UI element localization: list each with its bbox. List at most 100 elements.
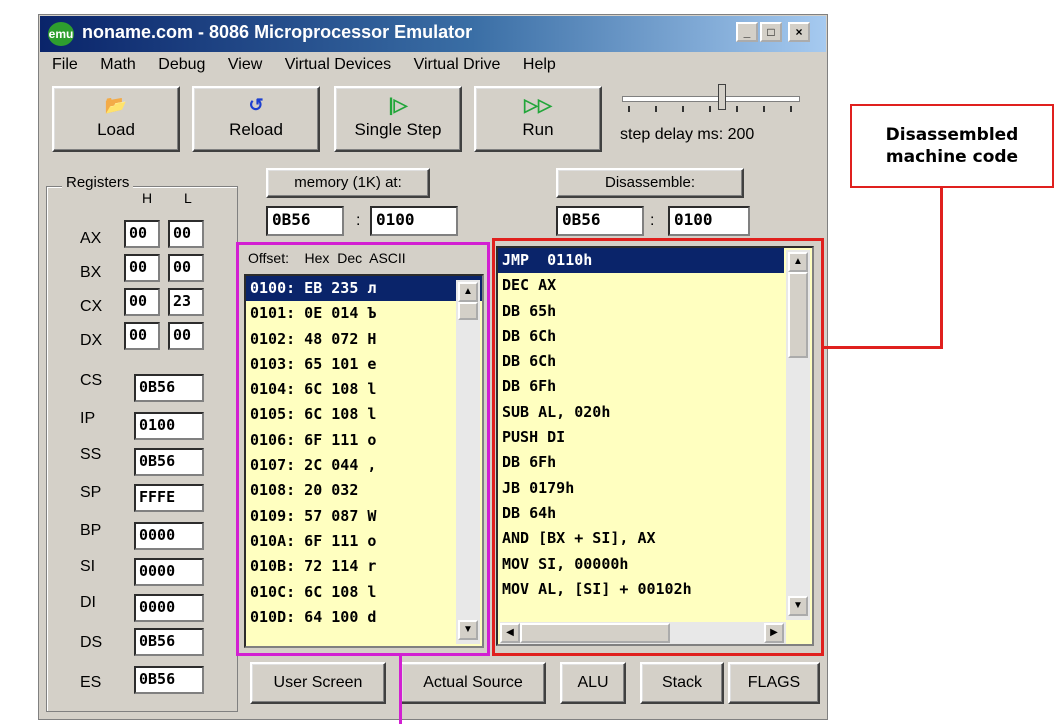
app-icon: emu [48, 22, 74, 46]
menu-math[interactable]: Math [100, 56, 136, 73]
register-si-value[interactable]: 0000 [134, 558, 204, 586]
run-icon: ▷▷ [524, 95, 552, 115]
disassemble-button[interactable]: Disassemble: [556, 168, 744, 198]
memory-row[interactable]: 0109: 57 087 W [246, 504, 482, 529]
register-sp-value[interactable]: FFFE [134, 484, 204, 512]
disassembly-hscroll-thumb[interactable] [520, 623, 670, 643]
folder-open-icon: 📂 [104, 95, 128, 115]
memory-scrollbar[interactable]: ▲ ▼ [456, 280, 480, 644]
disassembly-row[interactable]: DB 6Fh [498, 374, 812, 399]
memory-scroll-thumb[interactable] [458, 302, 478, 320]
register-cs-value[interactable]: 0B56 [134, 374, 204, 402]
register-ax-low[interactable]: 00 [168, 220, 204, 248]
reload-icon: ↺ [248, 95, 264, 115]
disassembly-vscrollbar[interactable]: ▲ ▼ [786, 250, 810, 620]
disassembly-row[interactable]: DB 64h [498, 501, 812, 526]
register-bp-value[interactable]: 0000 [134, 522, 204, 550]
callout-line-1: Disassembled [885, 125, 1019, 145]
disassembly-hscrollbar[interactable]: ◀ ▶ [500, 622, 786, 644]
flags-button[interactable]: FLAGS [728, 662, 820, 704]
memory-row[interactable]: 0104: 6C 108 l [246, 377, 482, 402]
disassembly-row[interactable]: AND [BX + SI], AX [498, 526, 812, 551]
stack-button[interactable]: Stack [640, 662, 724, 704]
memory-row[interactable]: 010B: 72 114 r [246, 554, 482, 579]
close-icon[interactable]: × [788, 22, 810, 42]
scroll-left-icon[interactable]: ◀ [500, 623, 520, 643]
register-di-value[interactable]: 0000 [134, 594, 204, 622]
alu-button[interactable]: ALU [560, 662, 626, 704]
menu-view[interactable]: View [228, 56, 262, 73]
register-sp-label: SP [80, 484, 102, 501]
memory-segment-input[interactable]: 0B56 [266, 206, 344, 236]
actual-source-button[interactable]: Actual Source [400, 662, 546, 704]
scroll-down-icon[interactable]: ▼ [458, 620, 478, 640]
disassembly-row[interactable]: JB 0179h [498, 476, 812, 501]
register-ss-value[interactable]: 0B56 [134, 448, 204, 476]
memory-row[interactable]: 0105: 6C 108 l [246, 402, 482, 427]
disassembly-row[interactable]: MOV AL, [SI] + 00102h [498, 577, 812, 602]
disassemble-offset-input[interactable]: 0100 [668, 206, 750, 236]
minimize-icon[interactable]: _ [736, 22, 758, 42]
register-di-label: DI [80, 594, 96, 611]
memory-row[interactable]: 0107: 2C 044 , [246, 453, 482, 478]
disassemble-segment-input[interactable]: 0B56 [556, 206, 644, 236]
disassembly-row[interactable]: JMP 0110h [498, 248, 784, 274]
disassembly-row[interactable]: MOV SI, 00000h [498, 552, 812, 577]
menu-virtual-devices[interactable]: Virtual Devices [285, 56, 391, 73]
scroll-right-icon[interactable]: ▶ [764, 623, 784, 643]
single-step-button[interactable]: |▷ Single Step [334, 86, 462, 152]
register-cx-low[interactable]: 23 [168, 288, 204, 316]
memory-row[interactable]: 0102: 48 072 H [246, 327, 482, 352]
menu-debug[interactable]: Debug [158, 56, 205, 73]
memory-offset-input[interactable]: 0100 [370, 206, 458, 236]
register-es-value[interactable]: 0B56 [134, 666, 204, 694]
disassembled-code-callout: Disassembled machine code [850, 104, 1054, 188]
memory-row[interactable]: 010A: 6F 111 o [246, 529, 482, 554]
step-delay-slider-track[interactable] [622, 96, 800, 102]
register-dx-high[interactable]: 00 [124, 322, 160, 350]
disassembly-row[interactable]: DB 6Ch [498, 324, 812, 349]
menu-file[interactable]: File [52, 56, 78, 73]
disassembly-scroll-thumb[interactable] [788, 272, 808, 358]
load-button[interactable]: 📂 Load [52, 86, 180, 152]
disassembly-row[interactable]: DEC AX [498, 273, 812, 298]
register-dx-low[interactable]: 00 [168, 322, 204, 350]
scroll-up-icon[interactable]: ▲ [458, 282, 478, 302]
disassembly-row[interactable]: PUSH DI [498, 425, 812, 450]
disassembly-row[interactable]: DB 6Ch [498, 349, 812, 374]
user-screen-button[interactable]: User Screen [250, 662, 386, 704]
single-step-label: Single Step [354, 120, 442, 139]
run-button[interactable]: ▷▷ Run [474, 86, 602, 152]
memory-row[interactable]: 0106: 6F 111 o [246, 428, 482, 453]
menu-virtual-drive[interactable]: Virtual Drive [414, 56, 501, 73]
register-ip-label: IP [80, 410, 96, 427]
register-cx-label: CX [80, 298, 103, 315]
register-cx-high[interactable]: 00 [124, 288, 160, 316]
register-es-label: ES [80, 674, 102, 691]
disassembly-row[interactable]: DB 65h [498, 299, 812, 324]
register-ax-high[interactable]: 00 [124, 220, 160, 248]
menu-help[interactable]: Help [523, 56, 556, 73]
register-bx-high[interactable]: 00 [124, 254, 160, 282]
step-delay-slider-thumb[interactable] [718, 84, 726, 110]
memory-row[interactable]: 0103: 65 101 e [246, 352, 482, 377]
memory-row[interactable]: 010D: 64 100 d [246, 605, 482, 630]
memory-row[interactable]: 0100: EB 235 л [246, 276, 482, 302]
scroll-down-icon[interactable]: ▼ [788, 596, 808, 616]
disassembly-row[interactable]: SUB AL, 020h [498, 400, 812, 425]
reload-label: Reload [229, 120, 283, 139]
register-ds-value[interactable]: 0B56 [134, 628, 204, 656]
memory-list[interactable]: 0100: EB 235 л 0101: 0E 014 Ъ 0102: 48 0… [244, 274, 484, 648]
reload-button[interactable]: ↺ Reload [192, 86, 320, 152]
memory-row[interactable]: 0101: 0E 014 Ъ [246, 301, 482, 326]
register-bx-low[interactable]: 00 [168, 254, 204, 282]
memory-row[interactable]: 010C: 6C 108 l [246, 580, 482, 605]
disassembly-row[interactable]: DB 6Fh [498, 450, 812, 475]
register-ip-value[interactable]: 0100 [134, 412, 204, 440]
maximize-icon[interactable]: □ [760, 22, 782, 42]
load-label: Load [97, 120, 135, 139]
memory-row[interactable]: 0108: 20 032 [246, 478, 482, 503]
scroll-up-icon[interactable]: ▲ [788, 252, 808, 272]
disassembly-list[interactable]: JMP 0110h DEC AX DB 65h DB 6Ch DB 6Ch DB… [496, 246, 814, 646]
memory-at-button[interactable]: memory (1K) at: [266, 168, 430, 198]
